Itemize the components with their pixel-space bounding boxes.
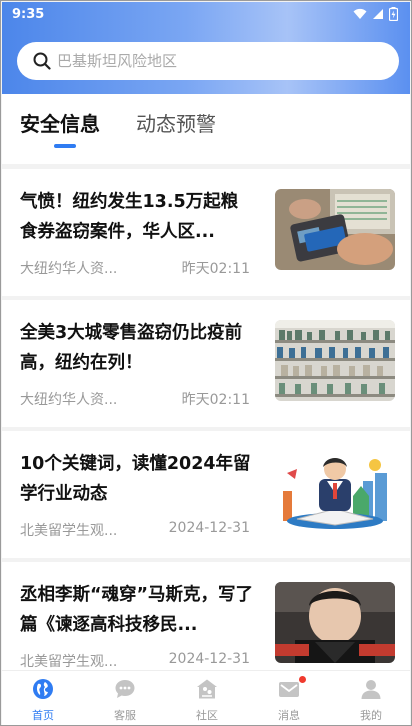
- unread-badge: [299, 676, 306, 683]
- tabbar-item-profile[interactable]: 我的: [330, 671, 411, 725]
- tabbar-item-messages[interactable]: 消息: [248, 671, 330, 725]
- article-card[interactable]: 全美3大城零售盗窃仍比疫前高，纽约在列！ 大纽约华人资... 昨天02:11: [2, 300, 410, 427]
- article-card[interactable]: 气愤！纽约发生13.5万起粮食券盗窃案件，华人区... 大纽约华人资... 昨天…: [2, 169, 410, 296]
- tabbar-label: 我的: [360, 709, 382, 722]
- person-icon: [361, 680, 381, 699]
- article-title: 气愤！纽约发生13.5万起粮食券盗窃案件，华人区...: [20, 192, 239, 242]
- tabbar-label: 社区: [196, 709, 218, 722]
- tab-bar: 安全信息 动态预警: [2, 94, 410, 164]
- app-screen: 9:35 安全信息 动态预警 气愤！纽约发生13.5万起粮食券盗窃案件，华人区.…: [0, 0, 412, 726]
- battery-icon: [389, 7, 398, 21]
- header: 9:35: [2, 2, 410, 94]
- article-title: 10个关键词，读懂2024年留学行业动态: [20, 454, 251, 504]
- tabbar-label: 客服: [114, 709, 136, 722]
- active-tab-indicator: [54, 144, 76, 148]
- tabbar-item-service[interactable]: 客服: [84, 671, 166, 725]
- signal-icon: [373, 9, 383, 19]
- globe-icon: [33, 679, 53, 699]
- article-thumbnail: [275, 320, 395, 401]
- article-time: 2024-12-31: [168, 651, 250, 667]
- article-source: 北美留学生观...: [20, 523, 118, 539]
- status-time: 9:35: [12, 7, 45, 22]
- search-input[interactable]: [57, 52, 357, 70]
- article-source: 大纽约华人资...: [20, 392, 118, 408]
- status-bar: 9:35: [2, 2, 410, 28]
- article-thumbnail: [275, 189, 395, 270]
- article-card[interactable]: 10个关键词，读懂2024年留学行业动态 北美留学生观... 2024-12-3…: [2, 431, 410, 558]
- article-thumbnail: [275, 582, 395, 663]
- article-title: 全美3大城零售盗窃仍比疫前高，纽约在列！: [20, 323, 243, 373]
- tab-dynamic-alerts[interactable]: 动态预警: [136, 108, 216, 137]
- tabbar-item-home[interactable]: 首页: [2, 671, 84, 725]
- article-time: 昨天02:11: [181, 261, 250, 277]
- article-time: 昨天02:11: [181, 392, 250, 408]
- wifi-icon: [353, 8, 367, 19]
- article-source: 大纽约华人资...: [20, 261, 118, 277]
- tab-safety-info[interactable]: 安全信息: [20, 108, 100, 137]
- chat-bubble-icon: [115, 680, 135, 698]
- status-icons: [353, 7, 398, 21]
- tabbar-item-community[interactable]: 社区: [166, 671, 248, 725]
- article-source: 北美留学生观...: [20, 654, 118, 670]
- tabbar-label: 首页: [32, 709, 54, 722]
- bottom-tab-bar: 首页 客服 社区 消息 我的: [2, 670, 411, 725]
- article-time: 2024-12-31: [168, 520, 250, 536]
- community-house-icon: [197, 679, 217, 699]
- tabbar-label: 消息: [278, 709, 300, 722]
- mail-icon: [279, 682, 299, 697]
- search-icon: [33, 52, 51, 70]
- article-title: 丞相李斯“魂穿”马斯克，写了篇《谏逐高科技移民...: [20, 585, 254, 635]
- search-bar[interactable]: [17, 42, 399, 80]
- article-thumbnail: [275, 451, 395, 532]
